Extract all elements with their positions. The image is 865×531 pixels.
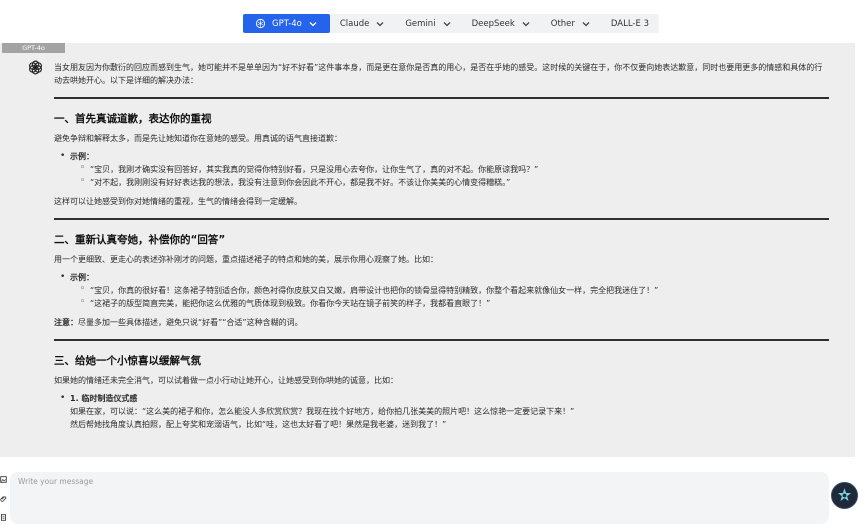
list-item: “宝贝，我刚才确实没有回答好，其实我真的觉得你特别好看，只是没用心去夸你，让你生…: [80, 162, 829, 176]
list-item: 1. 临时制造仪式感 如果在家，可以说：“这么美的裙子和你，怎么能没人多欣赏欣赏…: [60, 392, 829, 431]
example-label: 示例：: [70, 273, 94, 282]
model-tab-gpt4o[interactable]: GPT-4o: [243, 14, 330, 33]
item-label: 1. 临时制造仪式感: [70, 394, 138, 403]
star-logo-icon: [837, 488, 852, 502]
section-title: 一、首先真诚道歉，表达你的重视: [54, 113, 212, 125]
list-item: “宝贝，你真的很好看！这条裙子特别适合你，颜色衬得你皮肤又白又嫩，肩带设计也把你…: [80, 283, 829, 297]
model-tab-label: Claude: [339, 18, 370, 29]
model-tab-label: Gemini: [405, 18, 436, 29]
message-input-container: [10, 472, 829, 524]
item-line: 如果在家，可以说：“这么美的裙子和你，怎么能没人多欣赏欣赏？我现在找个好地方，给…: [70, 407, 575, 416]
chevron-down-icon: [443, 21, 451, 26]
section-desc: 用一个更细致、更走心的表述弥补刚才的问题，重点描述裙子的特点和她的美，展示你用心…: [54, 255, 438, 264]
model-tab-dalle3[interactable]: DALL-E 3: [601, 14, 659, 33]
list-item: 示例： “宝贝，你真的很好看！这条裙子特别适合你，颜色衬得你皮肤又白又嫩，肩带设…: [60, 271, 829, 310]
section-title: 二、重新认真夸她，补偿你的“回答”: [54, 234, 226, 246]
chevron-down-icon: [376, 21, 384, 26]
note-label: 注意：: [54, 318, 78, 327]
assistant-message: 当女朋友因为你敷衍的回应而感到生气，她可能并不是单单因为“好不好看”这件事本身，…: [54, 61, 829, 437]
openai-logo-icon: [255, 18, 266, 29]
model-tab-deepseek[interactable]: DeepSeek: [462, 14, 541, 33]
section-after: 这样可以让她感受到你对她情绪的重视，生气的情绪会得到一定缓解。: [54, 197, 302, 206]
item-line: 然后帮她找角度认真拍照，配上夸奖和宠溺语气，比如“哇，这也太好看了吧！果然是我老…: [70, 420, 447, 429]
side-toolbar: [0, 473, 7, 530]
example-label: 示例：: [70, 152, 94, 161]
openai-logo-icon: [29, 60, 42, 75]
section-desc: 如果她的情绪还未完全消气，可以试着做一点小行动让她开心，让她感受到你哄她的诚意，…: [54, 376, 398, 385]
model-tab-other[interactable]: Other: [541, 14, 601, 33]
chevron-down-icon: [582, 21, 590, 26]
example-list: 示例： “宝贝，我刚才确实没有回答好，其实我真的觉得你特别好看，只是没用心去夸你…: [60, 150, 829, 189]
section-desc: 避免争辩和解释太多，而是先让她知道你在意她的感受。用真诚的语气直接道歉：: [54, 134, 342, 143]
message-input[interactable]: [10, 472, 829, 524]
model-tab-label: Other: [550, 18, 575, 29]
divider: [54, 339, 829, 341]
ordered-list: 1. 临时制造仪式感 如果在家，可以说：“这么美的裙子和你，怎么能没人多欣赏欣赏…: [60, 392, 829, 431]
message-intro: 当女朋友因为你敷衍的回应而感到生气，她可能并不是单单因为“好不好看”这件事本身，…: [54, 63, 823, 85]
image-icon[interactable]: [0, 476, 7, 483]
attachment-icon[interactable]: [0, 495, 7, 502]
document-icon[interactable]: [0, 514, 7, 521]
chevron-down-icon: [522, 21, 530, 26]
divider: [54, 218, 829, 220]
example-list: 示例： “宝贝，你真的很好看！这条裙子特别适合你，颜色衬得你皮肤又白又嫩，肩带设…: [60, 271, 829, 310]
list-item: “这裙子的版型简直完美，能把你这么优雅的气质体现到极致。你看你今天站在镜子前笑的…: [80, 296, 829, 310]
model-label-badge: GPT-4o: [2, 43, 65, 53]
model-tab-gemini[interactable]: Gemini: [395, 14, 461, 33]
list-item: “对不起，我刚刚没有好好表达我的想法，我没有注意到你会因此不开心，都是我不好。不…: [80, 175, 829, 189]
model-tab-label: DALL-E 3: [610, 18, 649, 29]
chevron-down-icon: [309, 21, 317, 26]
conversation-panel: GPT-4o 当女朋友因为你敷衍的回应而感到生气，她可能并不是单单因为“好不好看…: [0, 43, 855, 457]
section-note: 注意：尽量多加一些具体描述，避免只说“好看”“合适”这种含糊的词。: [54, 316, 829, 329]
model-tab-claude[interactable]: Claude: [330, 14, 396, 33]
list-item: 示例： “宝贝，我刚才确实没有回答好，其实我真的觉得你特别好看，只是没用心去夸你…: [60, 150, 829, 189]
section-title: 三、给她一个小惊喜以缓解气氛: [54, 355, 201, 367]
model-tab-label: DeepSeek: [471, 18, 515, 29]
model-tab-label: GPT-4o: [272, 18, 302, 29]
model-selector-bar: GPT-4o Claude Gemini DeepSeek Other DALL…: [243, 14, 659, 33]
divider: [54, 97, 829, 99]
note-text: 尽量多加一些具体描述，避免只说“好看”“合适”这种含糊的词。: [78, 318, 303, 327]
send-button[interactable]: [831, 482, 858, 509]
